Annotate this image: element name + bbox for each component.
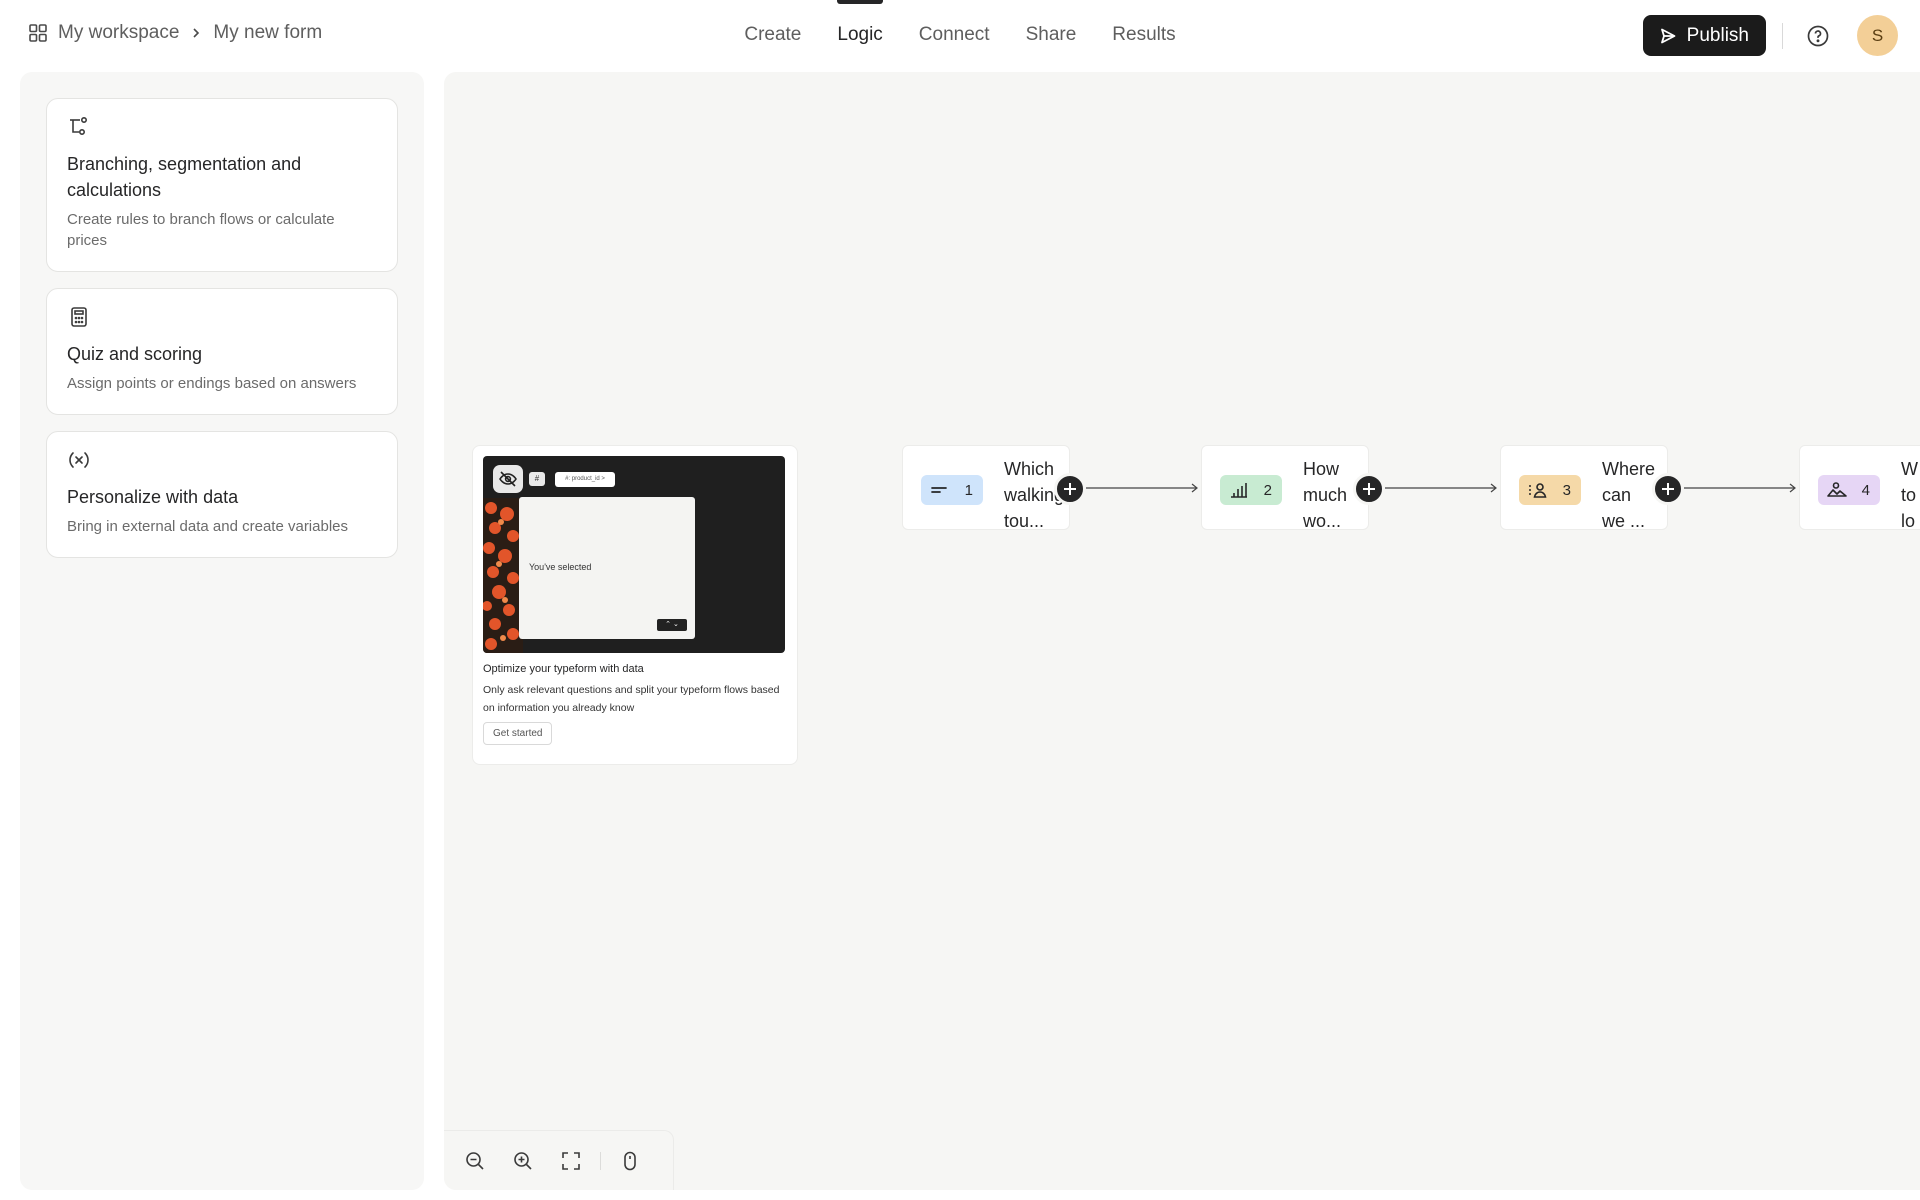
card-description: Bring in external data and create variab… xyxy=(67,518,349,535)
calculator-icon xyxy=(67,305,93,331)
logic-canvas[interactable]: # #: product_id > You've selected ⌃ ⌄ Op… xyxy=(444,72,1920,1190)
card-description: Create rules to branch flows or calculat… xyxy=(67,211,335,249)
card-title: Quiz and scoring xyxy=(67,344,203,364)
add-branch-plus-icon[interactable] xyxy=(1353,473,1385,505)
zoom-toolbar xyxy=(444,1130,674,1190)
flow-arrow xyxy=(1684,483,1796,493)
preview-nav-buttons: ⌃ ⌄ xyxy=(657,619,687,631)
question-badge: 1 xyxy=(921,475,983,505)
add-branch-plus-icon[interactable] xyxy=(1054,473,1086,505)
mouse-navigation-icon[interactable] xyxy=(617,1148,643,1174)
node-body: 1 Which walking tou... xyxy=(903,446,1069,529)
question-badge: 2 xyxy=(1220,475,1282,505)
hash-chip: # xyxy=(529,472,545,486)
fit-to-screen-icon[interactable] xyxy=(558,1148,584,1174)
promo-preview-image: # #: product_id > You've selected ⌃ ⌄ xyxy=(483,456,785,653)
question-number: 4 xyxy=(1861,481,1870,499)
question-badge: 4 xyxy=(1818,475,1880,505)
header-actions: Publish S xyxy=(1642,15,1898,56)
zoom-divider xyxy=(600,1151,601,1170)
question-number: 1 xyxy=(964,481,973,499)
add-branch-plus-icon[interactable] xyxy=(1652,473,1684,505)
promo-title: Optimize your typeform with data xyxy=(483,663,644,675)
preview-modal: You've selected ⌃ ⌄ xyxy=(519,497,695,639)
question-node-4[interactable]: 4 W to lo xyxy=(1799,445,1920,530)
card-title: Branching, segmentation and calculations xyxy=(67,154,302,200)
node-body: 2 How much wo... xyxy=(1202,446,1368,529)
question-node-2[interactable]: 2 How much wo... xyxy=(1201,445,1385,530)
promo-description: Only ask relevant questions and split yo… xyxy=(483,684,780,714)
variable-icon xyxy=(67,448,93,474)
tab-connect[interactable]: Connect xyxy=(919,0,990,70)
optimize-promo-card: # #: product_id > You've selected ⌃ ⌄ Op… xyxy=(472,445,798,765)
question-node-3[interactable]: 3 Where can we ... xyxy=(1500,445,1684,530)
flow-arrow xyxy=(1385,483,1497,493)
short-text-icon xyxy=(929,479,951,501)
tab-results[interactable]: Results xyxy=(1112,0,1175,70)
node-body: 4 W to lo xyxy=(1800,446,1920,529)
publish-button[interactable]: Publish xyxy=(1642,15,1766,56)
quiz-scoring-card[interactable]: Quiz and scoring Assign points or ending… xyxy=(46,288,398,415)
flowers-image xyxy=(483,498,523,653)
send-icon xyxy=(1659,27,1677,45)
question-node-1[interactable]: 1 Which walking tou... xyxy=(902,445,1086,530)
node-body: 3 Where can we ... xyxy=(1501,446,1667,529)
hidden-eye-icon xyxy=(493,465,523,493)
question-badge: 3 xyxy=(1519,475,1581,505)
top-bar: My workspace My new form Create Logic Co… xyxy=(0,0,1920,70)
breadcrumb-form-name[interactable]: My new form xyxy=(213,22,322,44)
personalize-card[interactable]: Personalize with data Bring in external … xyxy=(46,431,398,558)
flow-arrow xyxy=(1086,483,1198,493)
branching-card[interactable]: Branching, segmentation and calculations… xyxy=(46,98,398,272)
picture-choice-icon xyxy=(1826,479,1848,501)
tab-share[interactable]: Share xyxy=(1026,0,1077,70)
get-started-button[interactable]: Get started xyxy=(483,722,553,745)
opinion-scale-icon xyxy=(1228,479,1250,501)
tab-create[interactable]: Create xyxy=(744,0,801,70)
chevron-right-icon xyxy=(189,26,203,40)
question-number: 3 xyxy=(1562,481,1571,499)
question-number: 2 xyxy=(1263,481,1272,499)
logic-sidebar: Branching, segmentation and calculations… xyxy=(20,72,424,1190)
contact-info-icon xyxy=(1527,479,1549,501)
card-title: Personalize with data xyxy=(67,487,239,507)
publish-label: Publish xyxy=(1686,24,1749,46)
zoom-out-icon[interactable] xyxy=(462,1148,488,1174)
card-description: Assign points or endings based on answer… xyxy=(67,375,357,392)
tab-logic[interactable]: Logic xyxy=(837,0,884,70)
breadcrumb: My workspace My new form xyxy=(28,22,322,44)
breadcrumb-workspace-link[interactable]: My workspace xyxy=(58,22,179,44)
hidden-field-chip: #: product_id > xyxy=(555,472,615,487)
header-divider xyxy=(1782,22,1783,49)
workspace-grid-icon[interactable] xyxy=(28,23,48,43)
question-text: W to lo xyxy=(1901,459,1918,529)
user-avatar[interactable]: S xyxy=(1857,15,1898,56)
preview-text: You've selected xyxy=(529,562,592,572)
branch-icon xyxy=(67,115,93,141)
help-icon[interactable] xyxy=(1803,21,1833,51)
zoom-in-icon[interactable] xyxy=(510,1148,536,1174)
